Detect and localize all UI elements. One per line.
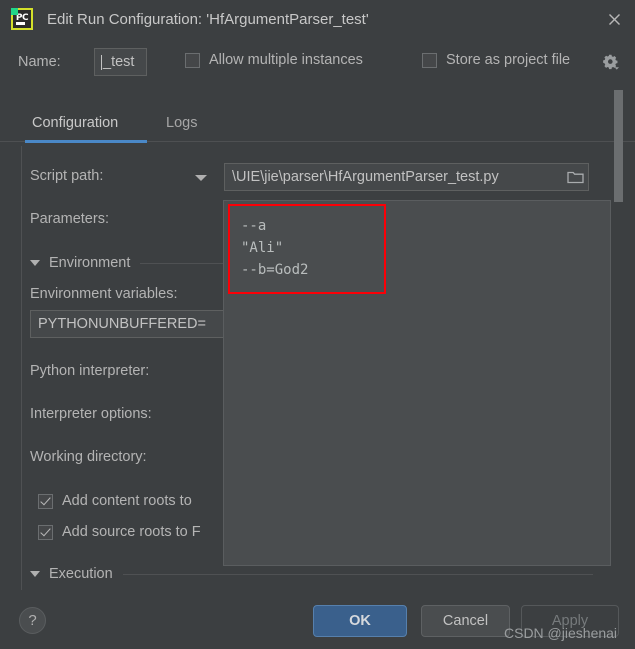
edit-run-configuration-dialog: PC Edit Run Configuration: 'HfArgumentPa… xyxy=(0,0,635,649)
environment-section-title: Environment xyxy=(49,255,131,271)
apply-button: Apply xyxy=(521,605,619,637)
allow-multiple-instances-label: Allow multiple instances xyxy=(209,52,363,68)
section-divider xyxy=(122,573,593,575)
name-input[interactable]: _test xyxy=(94,48,147,76)
name-label: Name: xyxy=(18,54,61,70)
parameters-label: Parameters: xyxy=(30,211,109,227)
cancel-button[interactable]: Cancel xyxy=(421,605,510,637)
store-as-project-file-label: Store as project file xyxy=(446,52,571,68)
parameters-highlight-box: --a "Ali" --b=God2 xyxy=(228,204,386,294)
working-directory-label: Working directory: xyxy=(30,449,147,465)
environment-variables-value: PYTHONUNBUFFERED= xyxy=(38,316,206,332)
parameter-line: --a xyxy=(241,218,267,234)
add-content-roots-label: Add content roots to xyxy=(62,493,192,509)
close-icon[interactable] xyxy=(601,7,627,31)
script-path-label: Script path: xyxy=(30,168,104,184)
add-content-roots-checkbox[interactable]: Add content roots to xyxy=(38,493,192,509)
window-title: Edit Run Configuration: 'HfArgumentParse… xyxy=(47,10,369,28)
checkbox-box xyxy=(422,52,437,68)
script-path-value: \UIE\jie\parser\HfArgumentParser_test.py xyxy=(232,169,499,185)
execution-section-title: Execution xyxy=(49,566,113,582)
title-bar: PC Edit Run Configuration: 'HfArgumentPa… xyxy=(0,0,635,38)
tab-configuration[interactable]: Configuration xyxy=(32,115,118,131)
tab-bar: Configuration Logs xyxy=(0,111,635,145)
vertical-scrollbar-thumb[interactable] xyxy=(614,90,623,202)
triangle-down-icon xyxy=(30,571,40,577)
python-interpreter-label: Python interpreter: xyxy=(30,363,150,379)
add-source-roots-label: Add source roots to F xyxy=(62,524,201,540)
help-button[interactable]: ? xyxy=(19,607,46,634)
execution-section-header[interactable]: Execution xyxy=(30,566,593,582)
name-input-value: _test xyxy=(103,54,135,70)
tab-logs[interactable]: Logs xyxy=(166,115,197,131)
dialog-button-bar: ? OK Cancel Apply xyxy=(0,592,635,649)
checkbox-box xyxy=(38,524,53,540)
tab-selected-indicator xyxy=(25,140,147,143)
checkbox-box xyxy=(185,52,200,68)
add-source-roots-checkbox[interactable]: Add source roots to F xyxy=(38,524,201,540)
vertical-scrollbar-track[interactable] xyxy=(613,146,624,590)
gear-icon[interactable] xyxy=(602,53,620,71)
triangle-down-icon xyxy=(30,260,40,266)
checkbox-box xyxy=(38,493,53,509)
folder-icon[interactable] xyxy=(562,170,588,184)
interpreter-options-label: Interpreter options: xyxy=(30,406,152,422)
script-path-input[interactable]: \UIE\jie\parser\HfArgumentParser_test.py xyxy=(224,163,589,191)
chevron-down-icon[interactable] xyxy=(195,175,207,181)
allow-multiple-instances-checkbox[interactable]: Allow multiple instances xyxy=(185,52,363,68)
environment-variables-label: Environment variables: xyxy=(30,286,178,302)
parameter-line: --b=God2 xyxy=(241,262,309,278)
pycharm-icon: PC xyxy=(11,8,33,30)
ok-button[interactable]: OK xyxy=(313,605,407,637)
store-as-project-file-checkbox[interactable]: Store as project file xyxy=(422,52,570,68)
parameter-line: "Ali" xyxy=(241,240,284,256)
parameters-popup-panel[interactable]: --a "Ali" --b=God2 xyxy=(223,200,611,566)
